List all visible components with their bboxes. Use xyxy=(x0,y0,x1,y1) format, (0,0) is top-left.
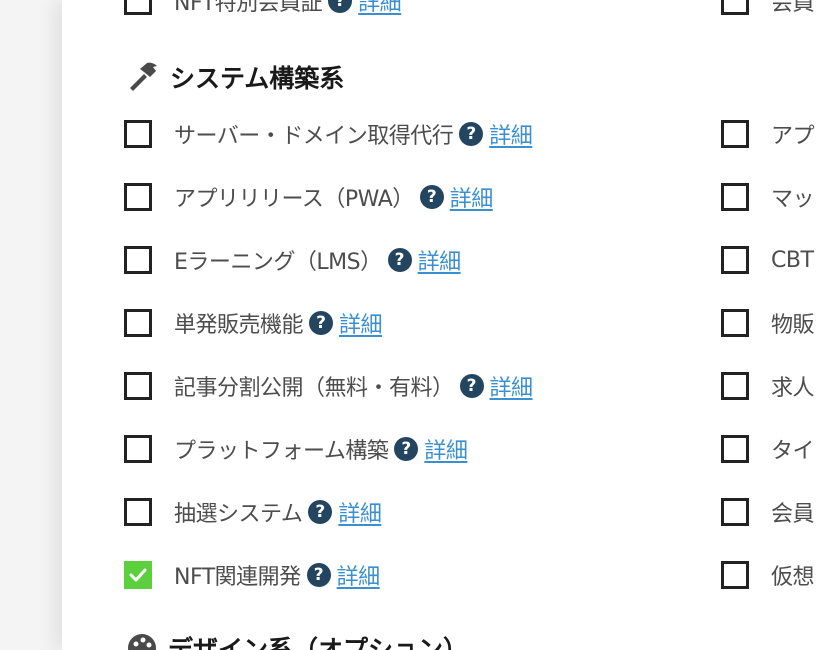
option-label: CBT xyxy=(771,247,814,273)
help-icon[interactable]: ? xyxy=(394,437,419,461)
detail-link[interactable]: 詳細 xyxy=(450,181,494,213)
palette-icon xyxy=(126,632,158,650)
detail-link[interactable]: 詳細 xyxy=(337,559,381,591)
checkbox[interactable] xyxy=(721,0,749,15)
option-label: プラットフォーム構築 xyxy=(174,439,389,464)
option-member-right-top[interactable]: 会員 xyxy=(721,0,815,16)
checkbox[interactable] xyxy=(124,309,152,337)
checkbox-checked[interactable] xyxy=(124,561,152,589)
checkbox[interactable] xyxy=(124,498,152,526)
option-label: 求人 xyxy=(771,376,815,401)
checkbox[interactable] xyxy=(721,183,749,211)
checkbox[interactable] xyxy=(721,372,749,400)
checkbox[interactable] xyxy=(721,246,749,274)
option-right-8[interactable]: 仮想 xyxy=(721,560,815,590)
option-right-3[interactable]: CBT xyxy=(721,245,814,275)
section-heading-system: システム構築系 xyxy=(126,59,344,95)
option-label: タイ xyxy=(771,439,815,464)
option-label: マッ xyxy=(771,187,815,212)
option-label: 記事分割公開（無料・有料） xyxy=(174,376,454,401)
detail-link[interactable]: 詳細 xyxy=(490,370,534,402)
option-platform[interactable]: プラットフォーム構築 ? 詳細 xyxy=(124,433,468,465)
detail-link[interactable]: 詳細 xyxy=(489,118,533,150)
option-elearning-lms[interactable]: Eラーニング（LMS） ? 詳細 xyxy=(124,245,461,275)
option-label: Eラーニング（LMS） xyxy=(174,250,382,275)
option-app-release-pwa[interactable]: アプリリリース（PWA） ? 詳細 xyxy=(124,182,493,212)
option-right-7[interactable]: 会員 xyxy=(721,497,815,527)
check-icon xyxy=(129,568,147,582)
option-nft-dev[interactable]: NFT関連開発 ? 詳細 xyxy=(124,560,380,590)
help-icon[interactable]: ? xyxy=(419,185,444,209)
option-right-4[interactable]: 物販 xyxy=(721,308,815,338)
option-right-1[interactable]: アプ xyxy=(721,119,815,149)
checkbox[interactable] xyxy=(124,246,152,274)
option-right-5[interactable]: 求人 xyxy=(721,371,815,401)
checkbox[interactable] xyxy=(124,120,152,148)
checkbox[interactable] xyxy=(721,561,749,589)
option-article-split[interactable]: 記事分割公開（無料・有料） ? 詳細 xyxy=(124,371,533,401)
option-single-sale[interactable]: 単発販売機能 ? 詳細 xyxy=(124,307,383,339)
detail-link[interactable]: 詳細 xyxy=(358,0,402,17)
help-icon[interactable]: ? xyxy=(306,563,331,587)
checkbox[interactable] xyxy=(124,183,152,211)
option-right-6[interactable]: タイ xyxy=(721,434,815,464)
option-label: 仮想 xyxy=(771,565,815,590)
checkbox[interactable] xyxy=(124,0,152,15)
option-label: アプ xyxy=(771,124,815,149)
section-title: デザイン系（オプション） xyxy=(168,635,469,650)
option-label: 単発販売機能 xyxy=(174,313,304,338)
option-label: 会員 xyxy=(771,0,815,16)
help-icon[interactable]: ? xyxy=(309,311,334,335)
checkbox[interactable] xyxy=(721,309,749,337)
option-lottery[interactable]: 抽選システム ? 詳細 xyxy=(124,496,382,528)
options-panel: NFT特別会員証 ? 詳細 会員 システム構築系 サーバー・ドメイン取得代行 ?… xyxy=(62,0,818,650)
checkbox[interactable] xyxy=(721,120,749,148)
detail-link[interactable]: 詳細 xyxy=(418,244,462,276)
section-heading-design: デザイン系（オプション） xyxy=(126,630,468,650)
option-label: NFT関連開発 xyxy=(174,565,301,590)
checkbox[interactable] xyxy=(721,498,749,526)
option-label: サーバー・ドメイン取得代行 xyxy=(174,124,454,149)
detail-link[interactable]: 詳細 xyxy=(339,307,383,339)
option-label: NFT特別会員証 xyxy=(174,0,323,16)
detail-link[interactable]: 詳細 xyxy=(338,496,382,528)
checkbox[interactable] xyxy=(124,435,152,463)
option-nft-member-card[interactable]: NFT特別会員証 ? 詳細 xyxy=(124,0,402,17)
option-server-domain[interactable]: サーバー・ドメイン取得代行 ? 詳細 xyxy=(124,118,533,150)
option-right-2[interactable]: マッ xyxy=(721,182,815,212)
option-label: 会員 xyxy=(771,502,815,527)
option-label: アプリリリース（PWA） xyxy=(174,187,414,212)
section-title: システム構築系 xyxy=(170,64,345,93)
option-label: 抽選システム xyxy=(174,502,303,527)
help-icon[interactable]: ? xyxy=(459,374,484,398)
checkbox[interactable] xyxy=(721,435,749,463)
help-icon[interactable]: ? xyxy=(328,0,353,13)
option-label: 物販 xyxy=(771,313,815,338)
help-icon[interactable]: ? xyxy=(387,248,412,272)
hammer-icon xyxy=(126,60,160,94)
help-icon[interactable]: ? xyxy=(308,500,333,524)
checkbox[interactable] xyxy=(124,372,152,400)
help-icon[interactable]: ? xyxy=(459,122,484,146)
detail-link[interactable]: 詳細 xyxy=(424,433,468,465)
